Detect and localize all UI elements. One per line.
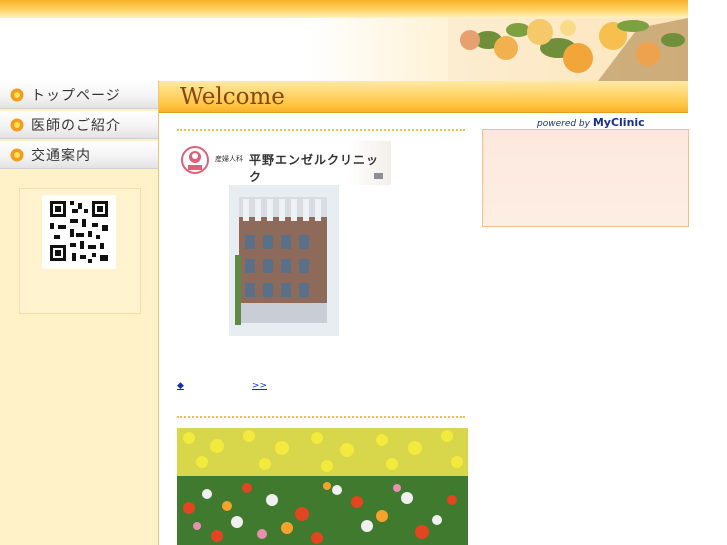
powered-by-label: powered by MyClinic <box>537 116 645 129</box>
nav-item-access[interactable]: 交通案内 <box>0 141 158 169</box>
clinic-prefix: 産婦人科 <box>215 155 243 163</box>
logo-decoration-icon <box>374 173 383 179</box>
clinic-name: 平野エンゼルクリニック <box>249 153 380 184</box>
clinic-logo-banner: 産婦人科 平野エンゼルクリニック <box>177 141 391 185</box>
dotted-divider <box>177 129 465 131</box>
qr-code-panel <box>19 188 141 314</box>
dotted-divider <box>177 416 465 418</box>
sidebar: トップページ 医師のご紹介 交通案内 <box>0 81 159 545</box>
more-info-link[interactable]: ◆ >> <box>177 381 267 391</box>
nav-item-doctor-intro[interactable]: 医師のご紹介 <box>0 111 158 139</box>
flower-field-photo <box>177 428 468 545</box>
clinic-logo-icon <box>181 146 209 174</box>
powered-by-text: powered by <box>537 119 590 129</box>
site-header <box>0 18 688 81</box>
nav-item-label: 医師のご紹介 <box>31 117 121 134</box>
flower-bullet-icon <box>10 148 24 161</box>
nav-item-label: トップページ <box>31 87 121 104</box>
nav-item-label: 交通案内 <box>31 147 91 164</box>
welcome-heading-bar: Welcome <box>159 81 688 113</box>
flower-bullet-icon <box>10 118 24 131</box>
flower-bullet-icon <box>10 88 24 101</box>
myclinic-brand: MyClinic <box>592 116 645 129</box>
clinic-building-photo <box>229 185 339 336</box>
welcome-heading: Welcome <box>180 84 285 110</box>
myclinic-widget-box <box>482 129 689 227</box>
nav-item-top-page[interactable]: トップページ <box>0 81 158 109</box>
top-strip <box>0 0 688 18</box>
link-bullet: ◆ <box>177 381 184 391</box>
qr-code-icon <box>42 195 116 269</box>
header-flowers-image <box>448 18 688 81</box>
link-arrow: >> <box>251 381 267 391</box>
